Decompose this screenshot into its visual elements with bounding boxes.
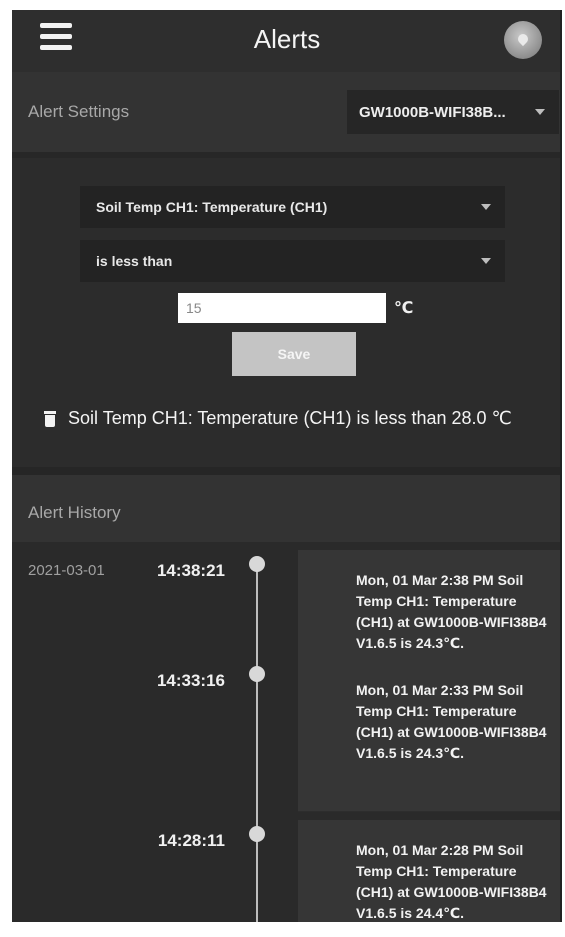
sensor-select-value: Soil Temp CH1: Temperature (CH1) [96, 199, 328, 215]
alert-settings-label: Alert Settings [28, 102, 130, 121]
chevron-down-icon [481, 204, 491, 210]
condition-select[interactable]: is less than [80, 240, 505, 282]
chevron-down-icon [481, 258, 491, 264]
chevron-down-icon [535, 109, 545, 115]
condition-select-value: is less than [96, 253, 173, 269]
entry-time: 14:33:16 [156, 671, 225, 690]
page-title: Alerts [253, 24, 321, 54]
unit-label: ℃ [394, 300, 414, 317]
avatar-logo-icon [516, 33, 530, 47]
entry-message: Mon, 01 Mar 2:33 PM Soil Temp CH1: Tempe… [298, 660, 560, 812]
app-header: Alerts [12, 10, 560, 72]
entry-time: 14:28:11 [157, 831, 225, 850]
timeline-dot-icon [249, 666, 265, 682]
timeline-dot-icon [249, 826, 265, 842]
trash-icon[interactable] [44, 410, 56, 427]
alert-rule-text: Soil Temp CH1: Temperature (CH1) is less… [68, 408, 512, 428]
entry-date: 2021-03-01 [28, 562, 105, 579]
sensor-select[interactable]: Soil Temp CH1: Temperature (CH1) [80, 186, 505, 228]
alert-form-panel: Soil Temp CH1: Temperature (CH1) is less… [12, 152, 560, 467]
entry-message: Mon, 01 Mar 2:28 PM Soil Temp CH1: Tempe… [298, 820, 560, 922]
alert-settings-bar: Alert Settings GW1000B-WIFI38B... [12, 72, 560, 152]
entry-time: 14:38:21 [156, 561, 225, 580]
device-select[interactable]: GW1000B-WIFI38B... [347, 90, 559, 134]
alert-history-label: Alert History [28, 503, 121, 522]
alert-history-list[interactable]: 2021-03-01 14:38:21 Mon, 01 Mar 2:38 PM … [12, 542, 560, 922]
history-entry: 14:28:11 Mon, 01 Mar 2:28 PM Soil Temp C… [12, 812, 560, 922]
save-button[interactable]: Save [232, 332, 356, 376]
existing-alert-rule: Soil Temp CH1: Temperature (CH1) is less… [44, 408, 512, 429]
history-entry: 14:33:16 Mon, 01 Mar 2:33 PM Soil Temp C… [12, 652, 560, 812]
device-select-value: GW1000B-WIFI38B... [359, 103, 506, 121]
user-avatar-icon[interactable] [504, 21, 542, 59]
alert-history-header: Alert History [12, 467, 560, 542]
timeline-dot-icon [249, 556, 265, 572]
threshold-input[interactable] [178, 293, 386, 323]
app-frame: Alerts Alert Settings GW1000B-WIFI38B...… [12, 10, 562, 922]
